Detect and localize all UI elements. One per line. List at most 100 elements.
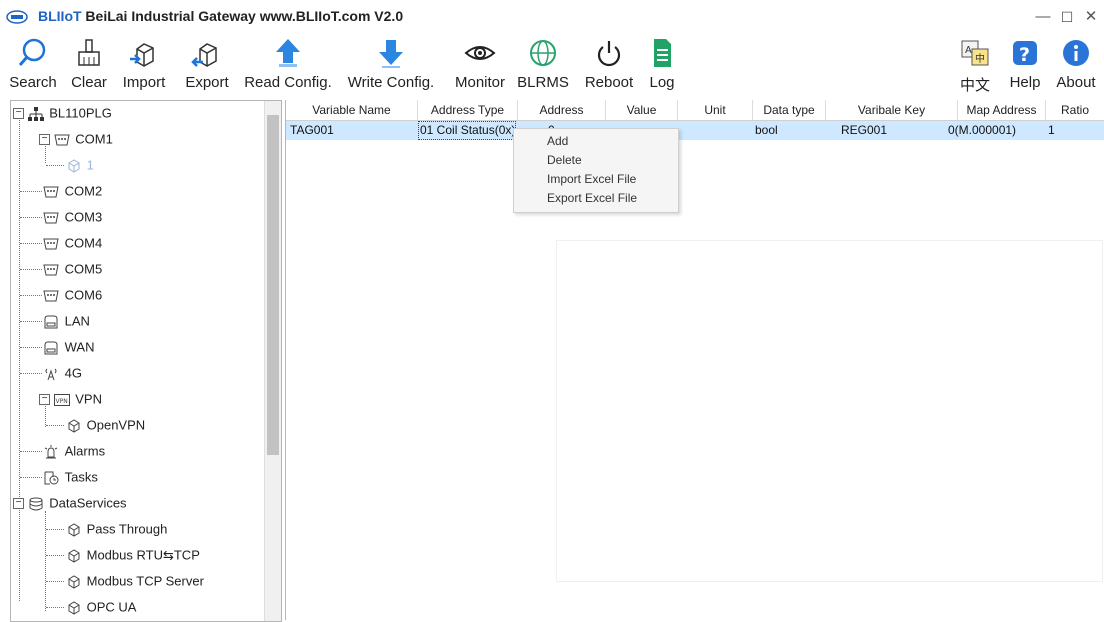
tree-item-alarms[interactable]: Alarms [43,439,105,463]
tree-item-com6[interactable]: COM6 [43,283,102,307]
tree-item-opc-ua[interactable]: OPC UA [67,595,136,619]
tree-label-com1-device: 1 [86,157,94,173]
cell-variable-key[interactable]: REG001 [841,121,887,140]
collapse-icon[interactable]: − [13,108,24,120]
tree-label-vpn: VPN [75,391,102,407]
device-cube-icon [68,158,80,173]
bliiot-logo-icon [6,10,28,24]
tree-item-com1[interactable]: − COM1 [39,127,113,151]
cell-data-type[interactable]: bool [755,121,778,140]
column-header-unit[interactable]: Unit [678,100,753,120]
cube-icon [68,418,80,433]
tree-item-com4[interactable]: COM4 [43,231,102,255]
column-header-address-type[interactable]: Address Type [418,100,518,120]
export-button[interactable]: Export [176,34,238,100]
collapse-icon[interactable]: − [13,498,24,510]
tree-item-tasks[interactable]: Tasks [43,465,98,489]
tree-connector [19,117,20,601]
tree-label-com3: COM3 [64,209,103,225]
tree-item-vpn[interactable]: − VPN VPN [39,387,102,411]
tree-item-modbus-rtu-tcp[interactable]: Modbus RTU⇆TCP [67,543,200,567]
cell-map-address[interactable]: 0(M.000001) [948,121,1016,140]
tree-label-com2: COM2 [64,183,103,199]
column-header-variable-key[interactable]: Varibale Key [826,100,958,120]
column-header-address[interactable]: Address [518,100,606,120]
alarm-icon [44,444,58,459]
about-label: About [1056,74,1096,91]
variable-table[interactable]: Variable Name Address Type Address Value… [285,100,1104,620]
ethernet-port-icon [44,341,58,355]
table-row[interactable]: TAG001 01 Coil Status(0x) 0 bool REG001 … [286,121,1104,140]
maximize-button[interactable]: ☐ [1056,6,1078,28]
search-button[interactable]: Search [0,34,66,100]
write-config-button[interactable]: Write Config. [339,34,443,100]
collapse-icon[interactable]: − [39,134,50,146]
tree-label-pass-through: Pass Through [86,521,168,537]
cube-icon [68,574,80,589]
blrms-button[interactable]: BLRMS [514,34,572,100]
close-button[interactable]: ✕ [1080,6,1102,28]
clear-label: Clear [71,74,107,91]
antenna-icon [45,368,57,380]
clear-button[interactable]: Clear [66,34,112,100]
tree-item-dataservices[interactable]: − DataServices [13,491,127,515]
context-menu: Add Delete Import Excel File Export Exce… [513,128,679,213]
device-tree[interactable]: − BL110PLG − COM1 1 COM2 COM3 COM4 COM5 … [10,100,282,622]
column-header-value[interactable]: Value [606,100,678,120]
tree-item-4g[interactable]: 4G [43,361,82,385]
upload-arrow-icon [276,39,300,67]
context-menu-delete[interactable]: Delete [547,151,582,170]
tree-item-wan[interactable]: WAN [43,335,94,359]
cube-icon [68,600,80,615]
tree-label-alarms: Alarms [64,443,106,459]
tree-label-openvpn: OpenVPN [86,417,146,433]
tree-connector [20,321,42,322]
import-button[interactable]: Import [112,34,176,100]
column-header-variable-name[interactable]: Variable Name [286,100,418,120]
tree-item-com5[interactable]: COM5 [43,257,102,281]
tree-connector [46,607,64,608]
tree-item-lan[interactable]: LAN [43,309,90,333]
tree-item-modbus-tcp-server[interactable]: Modbus TCP Server [67,569,204,593]
read-config-button[interactable]: Read Config. [239,34,337,100]
column-header-map-address[interactable]: Map Address [958,100,1046,120]
tree-scrollbar[interactable] [264,101,281,621]
cell-ratio[interactable]: 1 [1048,121,1055,140]
column-header-data-type[interactable]: Data type [753,100,826,120]
language-icon: A 中 [961,40,989,66]
tree-item-root[interactable]: − BL110PLG [13,101,112,125]
collapse-icon[interactable]: − [39,394,50,406]
serial-port-icon [54,134,70,146]
column-header-ratio[interactable]: Ratio [1046,100,1104,120]
minimize-button[interactable]: — [1032,6,1054,28]
log-button[interactable]: Log [640,34,684,100]
svg-text:VPN: VPN [55,398,67,405]
globe-icon [530,40,556,66]
tree-item-openvpn[interactable]: OpenVPN [67,413,145,437]
tree-label-4g: 4G [64,365,82,381]
context-menu-add[interactable]: Add [547,132,568,151]
tree-label-lan: LAN [64,313,90,329]
tree-label-com4: COM4 [64,235,103,251]
cell-variable-name[interactable]: TAG001 [290,121,334,140]
tree-item-com3[interactable]: COM3 [43,205,102,229]
tree-scrollbar-thumb[interactable] [267,115,279,455]
context-menu-import-excel[interactable]: Import Excel File [547,170,636,189]
monitor-label: Monitor [454,74,506,91]
monitor-button[interactable]: Monitor [446,34,514,100]
title-bar: BLIIoT BeiLai Industrial Gateway www.BLI… [0,0,1104,34]
language-button[interactable]: A 中 中文 [950,34,1000,100]
reboot-button[interactable]: Reboot [578,34,640,100]
window-title: BLIIoT BeiLai Industrial Gateway www.BLI… [38,8,403,24]
tree-connector [46,425,64,426]
about-button[interactable]: About [1048,34,1104,100]
tree-item-pass-through[interactable]: Pass Through [67,517,167,541]
tree-item-com2[interactable]: COM2 [43,179,102,203]
vpn-icon: VPN [53,393,70,406]
cell-address-type[interactable]: 01 Coil Status(0x) [420,121,515,140]
help-button[interactable]: ? Help [1002,34,1048,100]
tree-label-dataservices: DataServices [49,495,127,511]
context-menu-export-excel[interactable]: Export Excel File [547,189,637,208]
tree-connector [46,165,64,166]
tree-item-com1-device[interactable]: 1 [67,153,94,177]
